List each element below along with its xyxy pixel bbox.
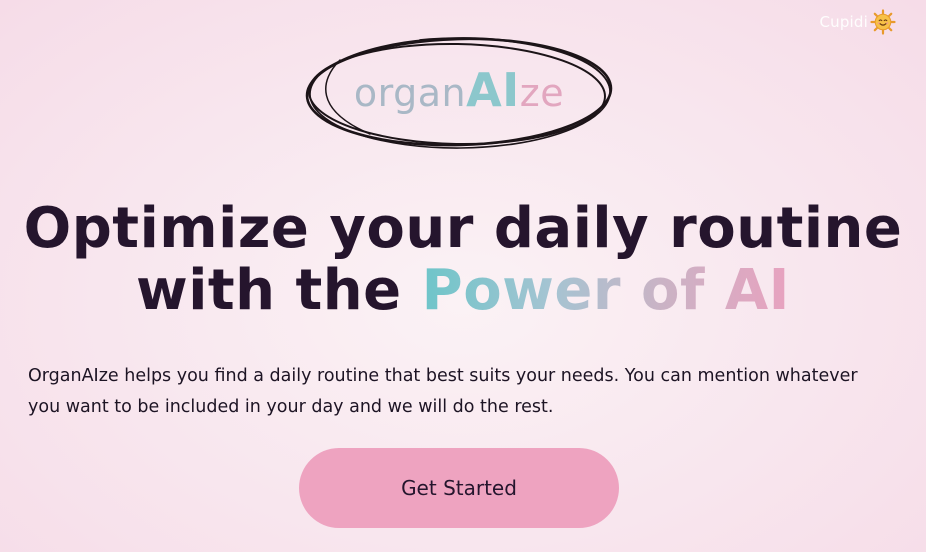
user-menu[interactable]: Cupidi [819, 9, 896, 35]
hero-title-accent: Power of AI [421, 258, 791, 323]
logo[interactable]: organAIze [300, 30, 618, 158]
hero-title-line1: Optimize your daily routine [23, 196, 903, 261]
logo-part-organ: organ [353, 71, 467, 115]
smiling-sun-icon[interactable] [870, 9, 896, 35]
hero-title: Optimize your daily routine with the Pow… [0, 198, 926, 322]
logo-part-ai: AI [466, 63, 520, 117]
logo-part-ze: ze [519, 71, 565, 115]
hero-description: OrganAIze helps you find a daily routine… [28, 366, 858, 417]
user-name[interactable]: Cupidi [819, 13, 868, 31]
get-started-button[interactable]: Get Started [299, 448, 619, 528]
hero-title-line2: with the [135, 258, 402, 323]
logo-text: organAIze [300, 63, 618, 117]
